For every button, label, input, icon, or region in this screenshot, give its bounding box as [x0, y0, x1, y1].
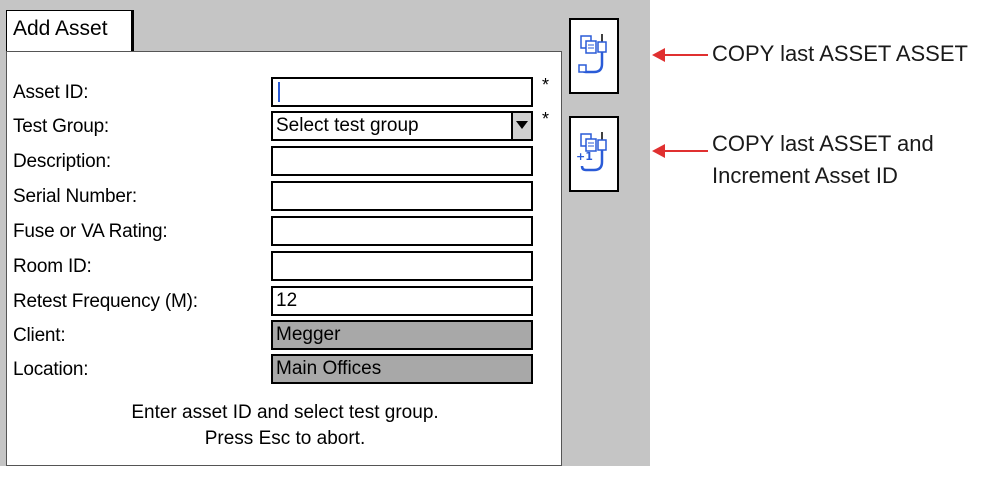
asset-id-label: Asset ID:	[13, 82, 89, 103]
device-screen: Add Asset Asset ID: * Test Group: Select…	[0, 0, 650, 484]
annotation-copy: COPY last ASSET ASSET	[712, 41, 968, 66]
copy-asset-icon	[578, 34, 607, 74]
description-input[interactable]	[271, 146, 533, 176]
row-asset-id: Asset ID: *	[7, 75, 563, 111]
row-fuse-rating: Fuse or VA Rating:	[7, 216, 563, 250]
fuse-rating-label: Fuse or VA Rating:	[13, 221, 168, 242]
retest-frequency-label: Retest Frequency (M):	[13, 291, 198, 312]
annotation-copy-increment-line1: COPY last ASSET and	[712, 131, 934, 156]
test-group-label: Test Group:	[13, 116, 110, 137]
room-id-label: Room ID:	[13, 256, 92, 277]
location-label: Location:	[13, 359, 89, 380]
row-client: Client: Megger	[7, 320, 563, 354]
help-message-line1: Enter asset ID and select test group.	[131, 402, 439, 423]
help-message-line2: Press Esc to abort.	[204, 428, 366, 449]
arrow-line-copy-increment	[664, 150, 708, 152]
fuse-rating-input[interactable]	[271, 216, 533, 246]
serial-number-input[interactable]	[271, 181, 533, 211]
svg-text:+1: +1	[576, 150, 593, 163]
text-cursor	[278, 81, 280, 102]
row-location: Location: Main Offices	[7, 354, 563, 388]
asset-id-input[interactable]	[271, 77, 533, 107]
room-id-input[interactable]	[271, 251, 533, 281]
client-label: Client:	[13, 325, 66, 346]
row-serial-number: Serial Number:	[7, 181, 563, 215]
location-field: Main Offices	[271, 354, 533, 384]
arrow-line-copy	[664, 54, 708, 56]
description-label: Description:	[13, 151, 111, 172]
client-field: Megger	[271, 320, 533, 350]
add-asset-form: Asset ID: * Test Group: Select test grou…	[6, 51, 562, 466]
row-retest-frequency: Retest Frequency (M): 12	[7, 286, 563, 320]
serial-number-label: Serial Number:	[13, 186, 137, 207]
row-description: Description:	[7, 146, 563, 180]
chevron-down-icon[interactable]	[511, 113, 531, 139]
copy-last-asset-button[interactable]	[569, 18, 619, 94]
retest-frequency-input[interactable]: 12	[271, 286, 533, 316]
row-test-group: Test Group: Select test group *	[7, 109, 563, 145]
tab-add-asset[interactable]: Add Asset	[6, 10, 134, 52]
test-group-select[interactable]: Select test group	[271, 111, 533, 141]
annotation-copy-increment-line2: Increment Asset ID	[712, 163, 898, 188]
test-group-selected-value: Select test group	[276, 115, 419, 136]
required-marker: *	[542, 75, 550, 95]
copy-increment-asset-button[interactable]: +1	[569, 116, 619, 192]
tab-add-asset-label: Add Asset	[13, 17, 108, 40]
copy-increment-asset-icon: +1	[576, 132, 607, 172]
row-room-id: Room ID:	[7, 251, 563, 285]
required-marker: *	[542, 109, 550, 129]
